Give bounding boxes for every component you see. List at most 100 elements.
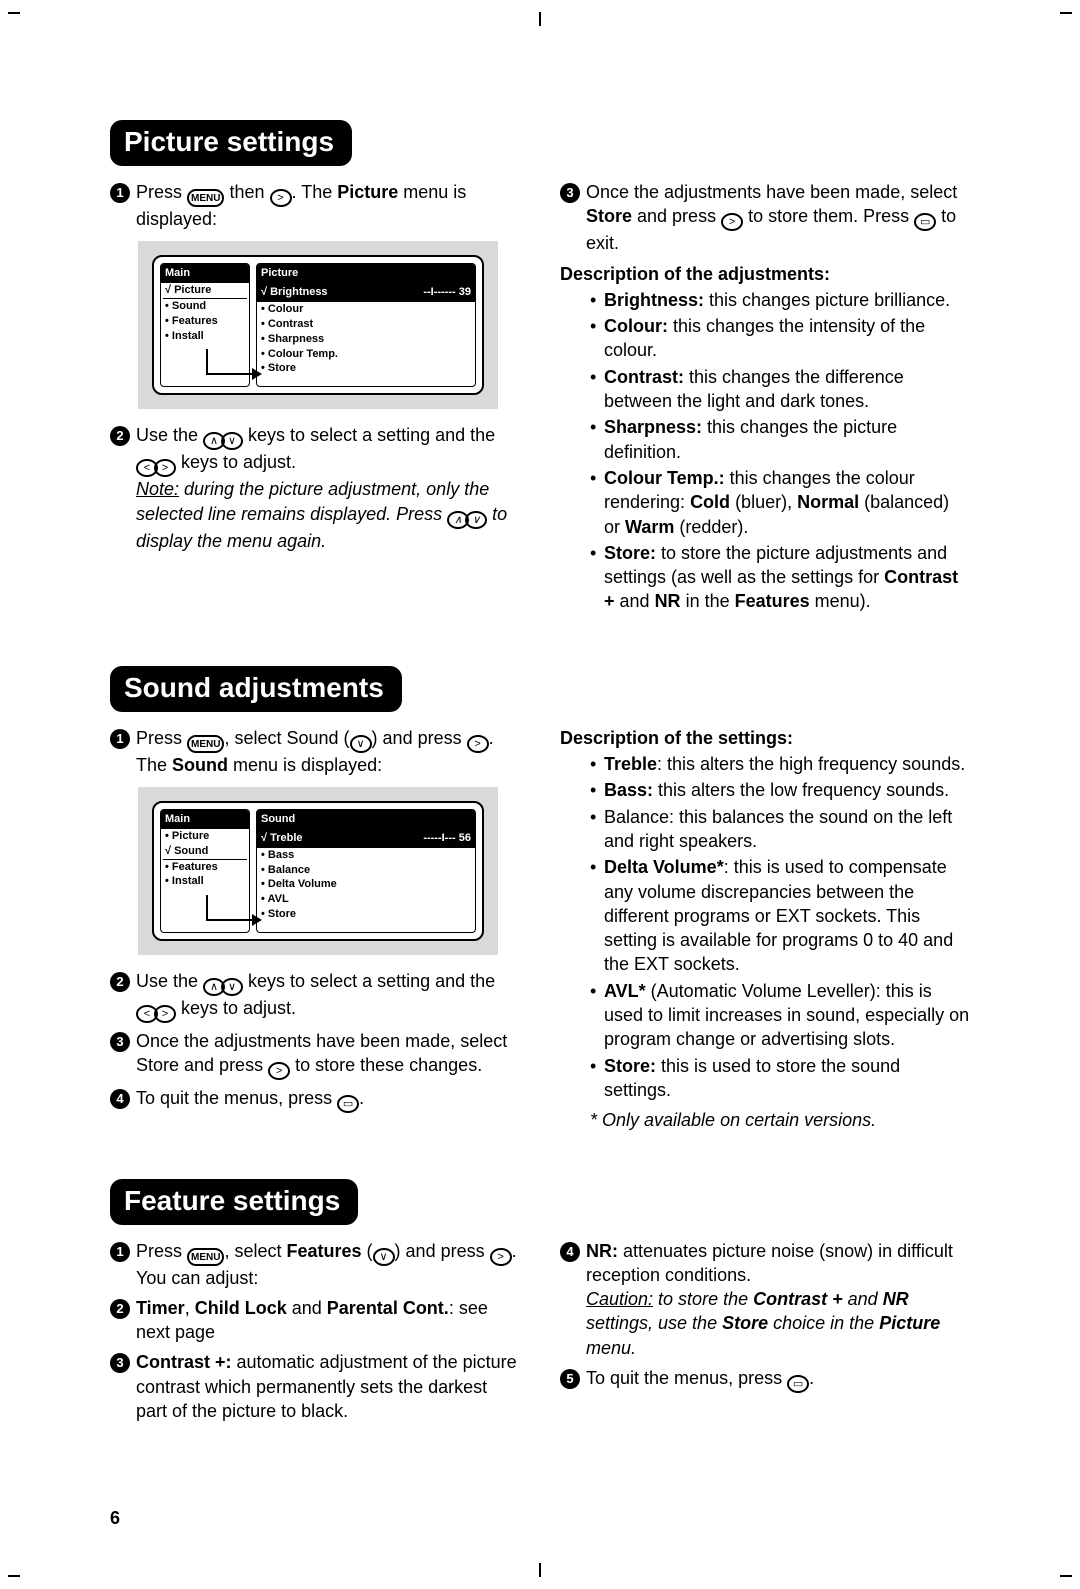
text: and xyxy=(287,1298,327,1318)
list-item: •Colour Temp.: this changes the colour r… xyxy=(590,466,970,539)
down-key-icon: ∨ xyxy=(373,1248,395,1266)
text: Once the adjustments have been made, sel… xyxy=(586,182,957,202)
list-item: •Colour: this changes the intensity of t… xyxy=(590,314,970,363)
picture-desc-heading: Description of the adjustments: xyxy=(560,262,970,286)
text-bold: Parental Cont. xyxy=(327,1298,449,1318)
step-number-icon: 3 xyxy=(560,183,580,203)
tv-right-panel: Sound √ Treble -----I--- 56 • Bass • Bal… xyxy=(256,809,476,933)
text-bold: Timer xyxy=(136,1298,185,1318)
picture-note: Note: during the picture adjustment, onl… xyxy=(136,477,520,553)
right-key-icon: > xyxy=(270,189,292,207)
exit-key-icon: ▭ xyxy=(914,213,936,231)
page-number: 6 xyxy=(110,1508,120,1529)
sound-columns: 1 Press MENU, select Sound (∨) and press… xyxy=(110,726,970,1133)
feature-caution: Caution: to store the Contrast + and NR … xyxy=(586,1287,970,1360)
right-key-icon: > xyxy=(721,213,743,231)
text-bold: NR: xyxy=(586,1241,618,1261)
text: Press xyxy=(136,728,187,748)
down-key-icon: ∨ xyxy=(350,735,372,753)
step-number-icon: 5 xyxy=(560,1369,580,1389)
text: to store the xyxy=(653,1289,753,1309)
text: . The xyxy=(292,182,338,202)
step-number-icon: 1 xyxy=(110,729,130,749)
text: to store these changes. xyxy=(290,1055,482,1075)
picture-col-left: 1 Press MENU then >. The Picture menu is… xyxy=(110,180,520,620)
heading-feature-settings: Feature settings xyxy=(110,1179,358,1225)
list-item: •Balance: this balances the sound on the… xyxy=(590,805,970,854)
feature-col-right: 4 NR: attenuates picture noise (snow) in… xyxy=(560,1239,970,1430)
list-item: •Contrast: this changes the difference b… xyxy=(590,365,970,414)
feature-step-4: 4 NR: attenuates picture noise (snow) in… xyxy=(560,1239,970,1360)
manual-page: Picture settings 1 Press MENU then >. Th… xyxy=(0,0,1080,1589)
picture-step-2: 2 Use the ∧∨ keys to select a setting an… xyxy=(110,423,520,553)
right-key-icon: > xyxy=(154,459,176,477)
text: keys to select a setting and the xyxy=(243,425,495,445)
text-bold: Child Lock xyxy=(195,1298,287,1318)
tv-right-selected-row: √ Treble -----I--- 56 xyxy=(257,829,475,848)
tv-left-title: Main xyxy=(161,264,249,283)
sound-footnote: * Only available on certain versions. xyxy=(590,1108,970,1132)
tv-left-item: √ Picture xyxy=(165,284,211,296)
text: To quit the menus, press xyxy=(136,1088,337,1108)
text: . xyxy=(809,1368,814,1388)
text: To quit the menus, press xyxy=(586,1368,787,1388)
menu-button-icon: MENU xyxy=(187,189,224,207)
exit-key-icon: ▭ xyxy=(337,1095,359,1113)
list-item: •Sharpness: this changes the picture def… xyxy=(590,415,970,464)
list-item: •Bass: this alters the low frequency sou… xyxy=(590,778,970,802)
tv-screen-picture: Main √ Picture • Sound • Features • Inst… xyxy=(138,241,498,409)
step-number-icon: 3 xyxy=(110,1032,130,1052)
text: keys to select a setting and the xyxy=(243,971,495,991)
note-label: Note: xyxy=(136,479,179,499)
tv-left-panel: Main • Picture √ Sound • Features • Inst… xyxy=(160,809,250,933)
step-number-icon: 2 xyxy=(110,1299,130,1319)
list-item: •Store: this is used to store the sound … xyxy=(590,1054,970,1103)
text: ) and press xyxy=(395,1241,490,1261)
down-key-icon: ∨ xyxy=(221,978,243,996)
step-number-icon: 2 xyxy=(110,972,130,992)
text: , xyxy=(185,1298,195,1318)
text: to store them. Press xyxy=(743,206,914,226)
menu-button-icon: MENU xyxy=(187,1248,224,1266)
list-item: •Store: to store the picture adjustments… xyxy=(590,541,970,614)
sound-step-1: 1 Press MENU, select Sound (∨) and press… xyxy=(110,726,520,777)
tv-screen-sound: Main • Picture √ Sound • Features • Inst… xyxy=(138,787,498,955)
sound-step-2: 2 Use the ∧∨ keys to select a setting an… xyxy=(110,969,520,1023)
heading-sound-adjustments: Sound adjustments xyxy=(110,666,402,712)
heading-picture-settings: Picture settings xyxy=(110,120,352,166)
text-bold: Contrast +: xyxy=(136,1352,232,1372)
feature-step-5: 5 To quit the menus, press ▭. xyxy=(560,1366,970,1393)
step-number-icon: 2 xyxy=(110,426,130,446)
text-bold: Features xyxy=(287,1241,362,1261)
text: Use the xyxy=(136,971,203,991)
feature-step-2: 2 Timer, Child Lock and Parental Cont.: … xyxy=(110,1296,520,1345)
text: Press xyxy=(136,1241,187,1261)
feature-col-left: 1 Press MENU, select Features (∨) and pr… xyxy=(110,1239,520,1430)
list-item: •Delta Volume*: this is used to compensa… xyxy=(590,855,970,976)
text: ( xyxy=(362,1241,373,1261)
tv-right-items: • Bass • Balance • Delta Volume • AVL • … xyxy=(257,848,475,924)
tv-left-items: • Picture √ Sound • Features • Install xyxy=(161,829,249,891)
caution-label: Caution: xyxy=(586,1289,653,1309)
text-bold: Store xyxy=(586,206,632,226)
text: Use the xyxy=(136,425,203,445)
menu-button-icon: MENU xyxy=(187,735,224,753)
tv-left-item: • Features xyxy=(165,315,218,327)
text: Press xyxy=(136,182,187,202)
tv-right-selected-row: √ Brightness --I------ 39 xyxy=(257,283,475,302)
sound-col-right: Description of the settings: •Treble: th… xyxy=(560,726,970,1133)
text: ) and press xyxy=(372,728,467,748)
tv-right-panel: Picture √ Brightness --I------ 39 • Colo… xyxy=(256,263,476,387)
step-number-icon: 4 xyxy=(560,1242,580,1262)
sound-desc-heading: Description of the settings: xyxy=(560,726,970,750)
picture-step-3: 3 Once the adjustments have been made, s… xyxy=(560,180,970,256)
step-number-icon: 1 xyxy=(110,183,130,203)
list-item: •Brightness: this changes picture brilli… xyxy=(590,288,970,312)
list-item: •Treble: this alters the high frequency … xyxy=(590,752,970,776)
sound-col-left: 1 Press MENU, select Sound (∨) and press… xyxy=(110,726,520,1133)
tv-right-items: • Colour • Contrast • Sharpness • Colour… xyxy=(257,302,475,378)
text-bold: Sound xyxy=(172,755,228,775)
tv-left-item: • Install xyxy=(165,330,204,342)
text-bold: Picture xyxy=(337,182,398,202)
step-number-icon: 1 xyxy=(110,1242,130,1262)
